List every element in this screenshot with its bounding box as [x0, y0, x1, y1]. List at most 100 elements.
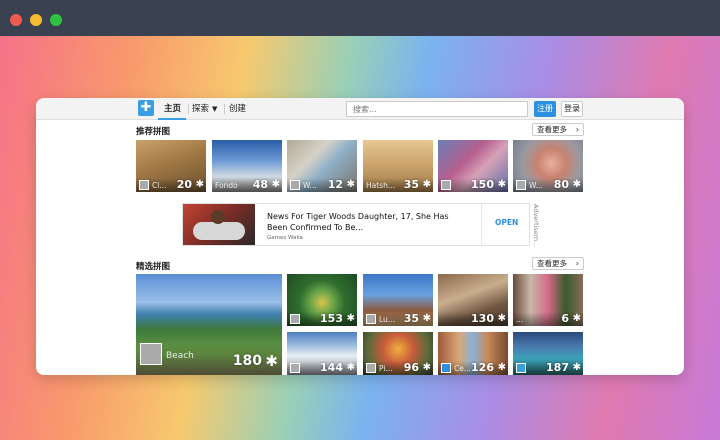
tile-owner: Beach: [166, 351, 194, 361]
maximize-window-button[interactable]: [50, 14, 62, 26]
puzzle-piece-icon: ✱: [572, 313, 581, 324]
tile-piece-count: 6: [561, 312, 569, 325]
puzzle-piece-icon: ✱: [195, 179, 204, 190]
puzzle-piece-icon: ✱: [497, 362, 506, 373]
avatar: [366, 363, 376, 373]
puzzle-piece-icon: ✱: [497, 179, 506, 190]
ad-source: Games Waka: [267, 235, 303, 241]
puzzle-piece-icon: ✱: [265, 352, 278, 370]
nav-create[interactable]: 创建: [229, 98, 246, 120]
tile-piece-count: 35: [403, 178, 419, 191]
featured-tile-old-street[interactable]: Ce... 126 ✱: [438, 332, 508, 375]
puzzle-piece-icon: ✱: [422, 362, 431, 373]
puzzle-piece-icon: ✱: [346, 362, 355, 373]
ad-image-figure: [193, 222, 245, 240]
chevron-right-icon: ›: [575, 125, 579, 134]
puzzle-piece-icon: ✱: [422, 313, 431, 324]
tile-piece-count: 96: [403, 361, 419, 374]
browser-window: ✚ 主页 探索▼ 创建 注册 登录 推荐拼图 查看更多› Cl... 20 ✱ …: [36, 98, 684, 375]
featured-section-title: 精选拼图: [136, 262, 171, 272]
tile-owner: Cl...: [152, 181, 167, 190]
ad-divider: [481, 204, 482, 245]
tile-owner: Hatsh...: [366, 181, 395, 190]
featured-tile-group-photo[interactable]: ... 6 ✱: [513, 274, 583, 326]
tile-piece-count: 153: [320, 312, 343, 325]
nav-separator: [224, 104, 225, 114]
recommended-tile-flags[interactable]: 150 ✱: [438, 140, 508, 192]
puzzle-piece-icon: ✱: [346, 179, 355, 190]
recommended-tile-monkey[interactable]: W... 80 ✱: [513, 140, 583, 192]
avatar: [140, 343, 162, 365]
featured-tile-masks[interactable]: Pi... 96 ✱: [363, 332, 433, 375]
window-titlebar: [0, 0, 720, 36]
recommended-see-more-button[interactable]: 查看更多 ›: [532, 123, 584, 136]
puzzle-piece-icon: ✱: [422, 179, 431, 190]
tile-piece-count: 144: [320, 361, 343, 374]
puzzle-logo-icon[interactable]: ✚: [138, 100, 154, 116]
caret-down-icon: ▼: [212, 105, 218, 113]
tile-owner: ...: [516, 315, 524, 324]
advertisement-banner[interactable]: News For Tiger Woods Daughter, 17, She H…: [182, 203, 530, 246]
tile-piece-count: 35: [403, 312, 419, 325]
tile-piece-count: 130: [471, 312, 494, 325]
minimize-window-button[interactable]: [30, 14, 42, 26]
avatar: [290, 180, 300, 190]
tile-piece-count: 20: [176, 178, 192, 191]
avatar: [516, 363, 526, 373]
advertisement-label: Advertisem...: [532, 204, 540, 248]
tile-owner: W...: [529, 181, 543, 190]
tile-piece-count: 150: [471, 178, 494, 191]
ad-open-button[interactable]: OPEN: [495, 218, 518, 227]
puzzle-piece-icon: ✱: [572, 362, 581, 373]
tile-owner: Fondo: [215, 181, 238, 190]
tile-owner: Lu...: [379, 315, 395, 324]
puzzle-piece-icon: ✱: [497, 313, 506, 324]
recommended-tile-road[interactable]: Fondo 48 ✱: [212, 140, 282, 192]
tile-piece-count: 126: [471, 361, 494, 374]
tile-piece-count: 12: [327, 178, 343, 191]
tile-piece-count: 48: [252, 178, 268, 191]
ad-headline[interactable]: News For Tiger Woods Daughter, 17, She H…: [267, 211, 467, 233]
puzzle-piece-icon: ✱: [572, 179, 581, 190]
nav-explore-label: 探索: [192, 104, 210, 114]
featured-tile-mountain-town[interactable]: 144 ✱: [287, 332, 357, 375]
puzzle-piece-icon: ✱: [271, 179, 280, 190]
tile-owner: Ce...: [454, 364, 472, 373]
nav-home-underline: [158, 118, 186, 120]
nav-explore[interactable]: 探索 ▼: [192, 98, 217, 120]
tile-piece-count: 80: [553, 178, 569, 191]
search-input[interactable]: [346, 101, 528, 117]
nav-separator: [188, 104, 189, 114]
avatar: [290, 314, 300, 324]
see-more-label: 查看更多: [537, 125, 567, 134]
featured-see-more-button[interactable]: 查看更多 ›: [532, 257, 584, 270]
avatar: [290, 363, 300, 373]
avatar: [441, 363, 451, 373]
close-window-button[interactable]: [10, 14, 22, 26]
recommended-tile-cheetahs[interactable]: Cl... 20 ✱: [136, 140, 206, 192]
tile-piece-count: 187: [546, 361, 569, 374]
featured-tile-goat[interactable]: 130 ✱: [438, 274, 508, 326]
avatar: [441, 180, 451, 190]
featured-tile-costume[interactable]: Lu... 35 ✱: [363, 274, 433, 326]
register-button[interactable]: 注册: [534, 101, 556, 117]
avatar: [139, 180, 149, 190]
login-button[interactable]: 登录: [561, 101, 583, 117]
avatar: [366, 314, 376, 324]
avatar: [516, 180, 526, 190]
top-navbar: ✚ 主页 探索▼ 创建 注册 登录: [36, 98, 684, 120]
featured-tile-spiral[interactable]: 153 ✱: [287, 274, 357, 326]
puzzle-piece-icon: ✱: [346, 313, 355, 324]
tile-piece-count: 180: [232, 353, 262, 369]
recommended-tile-temple[interactable]: Hatsh... 35 ✱: [363, 140, 433, 192]
featured-tile-lake[interactable]: 187 ✱: [513, 332, 583, 375]
nav-home[interactable]: 主页: [164, 98, 181, 120]
recommended-section-title: 推荐拼图: [136, 127, 171, 137]
see-more-label: 查看更多: [537, 259, 567, 268]
tile-owner: W...: [303, 181, 317, 190]
chevron-right-icon: ›: [575, 259, 579, 268]
ad-image-head: [211, 210, 225, 224]
recommended-tile-fountain[interactable]: W... 12 ✱: [287, 140, 357, 192]
ad-image: [183, 204, 255, 245]
featured-tile-beach[interactable]: Beach 180 ✱: [136, 274, 282, 375]
